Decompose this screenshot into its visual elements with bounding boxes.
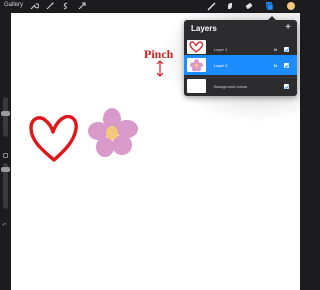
heart-drawing xyxy=(29,114,78,162)
visibility-checkbox[interactable] xyxy=(284,84,289,89)
panel-title: Layers xyxy=(191,24,217,33)
gallery-button[interactable]: Gallery xyxy=(4,2,23,8)
opacity-thumb[interactable] xyxy=(1,167,10,172)
visibility-checkbox[interactable] xyxy=(284,47,289,52)
undo-icon[interactable]: ↶ xyxy=(2,222,7,229)
color-icon[interactable] xyxy=(286,1,296,11)
left-sidebar: ↶ xyxy=(0,13,11,290)
selection-icon[interactable] xyxy=(61,1,71,11)
wrench-icon[interactable] xyxy=(29,1,39,11)
layer-row-selected[interactable]: Layer 3 N xyxy=(184,55,297,75)
flower-drawing xyxy=(88,108,138,157)
blend-mode[interactable]: N xyxy=(274,63,277,68)
add-layer-button[interactable]: + xyxy=(285,22,291,33)
brush-size-slider[interactable] xyxy=(1,97,10,137)
layers-panel: Layers + Layer 2 N Layer 3 N Background … xyxy=(184,20,297,96)
blend-mode[interactable]: N xyxy=(274,47,277,52)
brush-icon[interactable] xyxy=(207,1,217,11)
background-thumbnail xyxy=(187,79,206,93)
background-layer-row[interactable]: Background colour xyxy=(184,78,297,94)
top-toolbar: Gallery xyxy=(0,0,300,13)
layer-thumbnail xyxy=(187,58,206,72)
layer-name: Background colour xyxy=(214,84,248,89)
eraser-icon[interactable] xyxy=(244,1,254,11)
layer-name: Layer 2 xyxy=(214,47,228,52)
pinch-arrow-icon xyxy=(156,60,164,77)
layer-name: Layer 3 xyxy=(214,63,228,68)
modify-button[interactable] xyxy=(3,153,8,158)
layer-thumbnail xyxy=(187,40,206,54)
smudge-icon[interactable] xyxy=(225,1,235,11)
transform-arrow-icon[interactable] xyxy=(77,1,87,11)
magic-wand-icon[interactable] xyxy=(45,1,55,11)
visibility-checkbox[interactable] xyxy=(284,63,289,68)
opacity-slider[interactable] xyxy=(1,163,10,209)
layers-icon[interactable] xyxy=(264,1,274,11)
brush-size-thumb[interactable] xyxy=(1,111,10,116)
layer-row[interactable]: Layer 2 N xyxy=(184,39,297,55)
